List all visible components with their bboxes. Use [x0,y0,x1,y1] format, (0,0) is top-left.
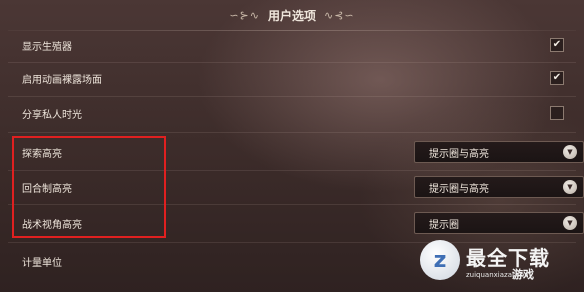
watermark-text: 最全下载 zuiquanxiazai.com [466,242,550,279]
highlight-dropdown[interactable]: 提示圈与高亮 ▼ [414,176,584,198]
watermark-url-text: zuiquanxiazai.com [466,270,532,279]
option-label: 计量单位 [22,257,62,269]
annotation-highlight-box [12,136,166,238]
option-row-animated-nudity[interactable]: 启用动画裸露场面 ✔ [8,63,576,93]
option-row-show-genitals[interactable]: 显示生殖器 ✔ [8,30,576,60]
watermark-main-text: 最全下载 [466,245,550,270]
option-checkbox[interactable]: ✔ [550,38,564,52]
highlight-dropdown[interactable]: 提示圈与高亮 ▼ [414,141,584,163]
header-flourish-left-icon: ∽⊱∿ [229,8,260,22]
checkmark-icon: ✔ [552,72,562,83]
option-label: 分享私人时光 [22,109,82,121]
panel-title: 用户选项 [267,8,316,23]
dropdown-value: 提示圈与高亮 [429,183,489,195]
option-checkbox[interactable] [550,106,564,120]
option-row-share-private-moments[interactable]: 分享私人时光 [8,98,576,128]
watermark-logo-icon: z [420,240,460,280]
row-divider [8,132,576,133]
panel-header: ∽⊱∿ 用户选项 ∿⊰∽ [0,4,584,26]
row-divider [8,96,576,97]
user-options-panel: ∽⊱∿ 用户选项 ∿⊰∽ 显示生殖器 ✔ 启用动画裸露场面 ✔ 分享私人时光 探… [0,0,584,292]
watermark-tag-text: 游戏 [512,268,534,281]
option-checkbox[interactable]: ✔ [550,71,564,85]
chevron-down-icon[interactable]: ▼ [563,180,577,194]
option-label: 显示生殖器 [22,41,72,53]
option-label: 启用动画裸露场面 [22,74,102,86]
dropdown-value: 提示圈与高亮 [429,148,489,160]
header-flourish-right-icon: ∿⊰∽ [324,8,355,22]
chevron-down-icon[interactable]: ▼ [563,145,577,159]
site-watermark: z 最全下载 zuiquanxiazai.com 游戏 [420,228,584,292]
checkmark-icon: ✔ [552,39,562,50]
